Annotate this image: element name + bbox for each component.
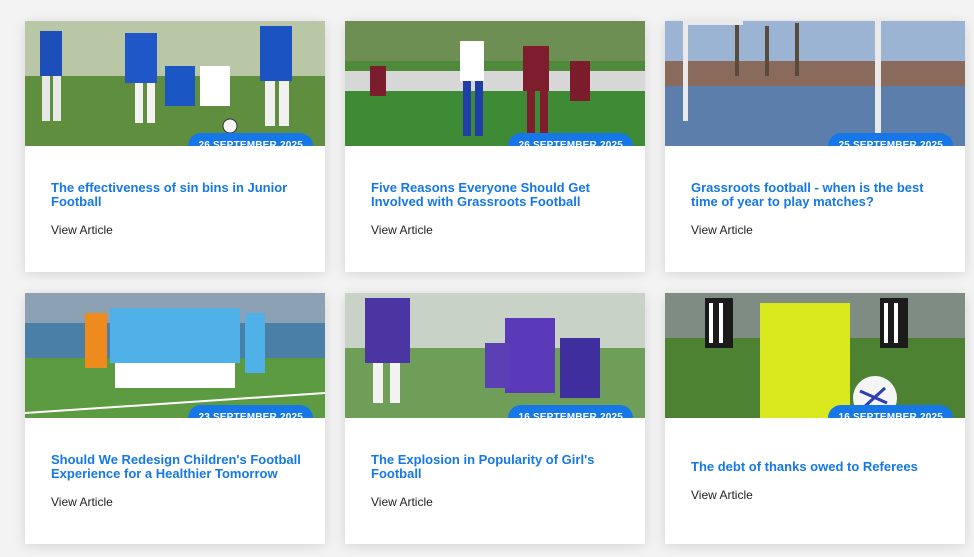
article-body: The debt of thanks owed to Referees View… — [691, 418, 945, 544]
article-thumbnail[interactable]: 16 SEPTEMBER 2025 — [665, 293, 965, 418]
article-body: The Explosion in Popularity of Girl's Fo… — [371, 418, 625, 544]
article-body: Should We Redesign Children's Football E… — [51, 418, 305, 544]
view-article-link[interactable]: View Article — [371, 223, 625, 237]
article-thumbnail[interactable]: 25 SEPTEMBER 2025 — [665, 21, 965, 146]
article-thumbnail[interactable]: 26 SEPTEMBER 2025 — [345, 21, 645, 146]
view-article-link[interactable]: View Article — [691, 488, 945, 502]
article-title[interactable]: The Explosion in Popularity of Girl's Fo… — [371, 453, 625, 481]
article-title[interactable]: Five Reasons Everyone Should Get Involve… — [371, 181, 625, 209]
article-thumbnail[interactable]: 16 SEPTEMBER 2025 — [345, 293, 645, 418]
article-title[interactable]: Grassroots football - when is the best t… — [691, 181, 945, 209]
view-article-link[interactable]: View Article — [691, 223, 945, 237]
date-badge: 26 SEPTEMBER 2025 — [508, 133, 633, 146]
article-title[interactable]: Should We Redesign Children's Football E… — [51, 453, 305, 481]
article-grid: 26 SEPTEMBER 2025 The effectiveness of s… — [0, 0, 974, 557]
date-badge: 25 SEPTEMBER 2025 — [828, 133, 953, 146]
article-body: The effectiveness of sin bins in Junior … — [51, 146, 305, 272]
article-card[interactable]: 26 SEPTEMBER 2025 Five Reasons Everyone … — [345, 21, 645, 272]
article-title[interactable]: The debt of thanks owed to Referees — [691, 460, 945, 474]
article-thumbnail[interactable]: 26 SEPTEMBER 2025 — [25, 21, 325, 146]
view-article-link[interactable]: View Article — [51, 223, 305, 237]
date-badge: 26 SEPTEMBER 2025 — [188, 133, 313, 146]
date-badge: 23 SEPTEMBER 2025 — [188, 405, 313, 418]
article-card[interactable]: 16 SEPTEMBER 2025 The debt of thanks owe… — [665, 293, 965, 544]
article-card[interactable]: 26 SEPTEMBER 2025 The effectiveness of s… — [25, 21, 325, 272]
article-body: Five Reasons Everyone Should Get Involve… — [371, 146, 625, 272]
view-article-link[interactable]: View Article — [371, 495, 625, 509]
view-article-link[interactable]: View Article — [51, 495, 305, 509]
article-thumbnail[interactable]: 23 SEPTEMBER 2025 — [25, 293, 325, 418]
article-card[interactable]: 25 SEPTEMBER 2025 Grassroots football - … — [665, 21, 965, 272]
article-card[interactable]: 23 SEPTEMBER 2025 Should We Redesign Chi… — [25, 293, 325, 544]
article-body: Grassroots football - when is the best t… — [691, 146, 945, 272]
article-card[interactable]: 16 SEPTEMBER 2025 The Explosion in Popul… — [345, 293, 645, 544]
date-badge: 16 SEPTEMBER 2025 — [508, 405, 633, 418]
date-badge: 16 SEPTEMBER 2025 — [828, 405, 953, 418]
article-title[interactable]: The effectiveness of sin bins in Junior … — [51, 181, 305, 209]
